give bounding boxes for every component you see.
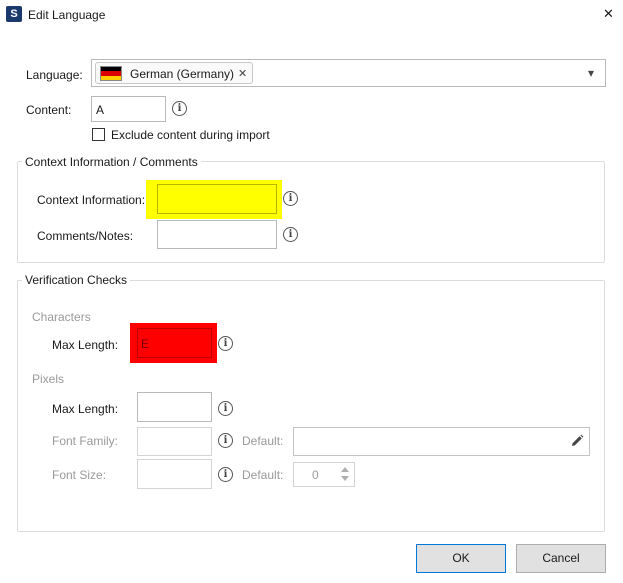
pixel-max-length-label: Max Length: <box>52 402 119 416</box>
flag-germany-icon <box>100 66 122 81</box>
context-information-input[interactable] <box>157 184 277 214</box>
font-family-label: Font Family: <box>52 434 119 448</box>
font-size-label: Font Size: <box>52 468 107 482</box>
context-information-label: Context Information: <box>37 193 146 207</box>
close-icon[interactable]: ✕ <box>603 7 614 21</box>
info-icon[interactable]: i <box>218 467 233 482</box>
info-icon[interactable]: i <box>172 101 187 116</box>
language-label: Language: <box>26 68 83 82</box>
language-chip: German (Germany) ✕ <box>95 62 253 84</box>
verification-group-title: Verification Checks <box>22 273 131 287</box>
ok-button[interactable]: OK <box>416 544 506 573</box>
context-group-title: Context Information / Comments <box>22 155 201 169</box>
window-title: Edit Language <box>28 8 106 22</box>
char-max-length-input[interactable]: E <box>137 328 212 358</box>
info-icon[interactable]: i <box>283 227 298 242</box>
info-icon[interactable]: i <box>218 401 233 416</box>
char-max-length-label: Max Length: <box>52 338 119 352</box>
language-select[interactable]: German (Germany) ✕ ▾ <box>91 59 606 87</box>
font-size-input <box>137 459 212 489</box>
font-size-default-value: 0 <box>312 468 319 482</box>
info-icon[interactable]: i <box>218 433 233 448</box>
pixels-section-title: Pixels <box>32 372 65 386</box>
font-size-default-stepper: 0 <box>293 462 355 487</box>
chip-remove-icon[interactable]: ✕ <box>238 67 247 81</box>
font-family-default-label: Default: <box>242 434 284 448</box>
pencil-icon[interactable] <box>570 434 584 448</box>
exclude-content-label: Exclude content during import <box>111 128 270 142</box>
stepper-down-icon <box>341 476 349 481</box>
stepper-up-icon <box>341 467 349 472</box>
exclude-content-checkbox[interactable] <box>92 128 105 141</box>
font-family-default-input <box>293 427 590 456</box>
title-bar: S Edit Language ✕ <box>0 0 623 30</box>
app-icon: S <box>6 6 22 22</box>
info-icon[interactable]: i <box>283 191 298 206</box>
cancel-button[interactable]: Cancel <box>516 544 606 573</box>
language-chip-label: German (Germany) <box>130 67 235 81</box>
font-family-input <box>137 427 212 456</box>
font-size-default-label: Default: <box>242 468 284 482</box>
pixel-max-length-input[interactable] <box>137 392 212 422</box>
char-max-length-value: E <box>141 337 150 351</box>
context-group <box>17 161 605 263</box>
characters-section-title: Characters <box>32 310 91 324</box>
comments-notes-input[interactable] <box>157 220 277 249</box>
content-input[interactable]: A <box>91 96 166 122</box>
comments-notes-label: Comments/Notes: <box>37 229 134 243</box>
info-icon[interactable]: i <box>218 336 233 351</box>
content-input-value: A <box>96 103 105 117</box>
chevron-down-icon[interactable]: ▾ <box>588 66 594 80</box>
content-label: Content: <box>26 103 72 117</box>
